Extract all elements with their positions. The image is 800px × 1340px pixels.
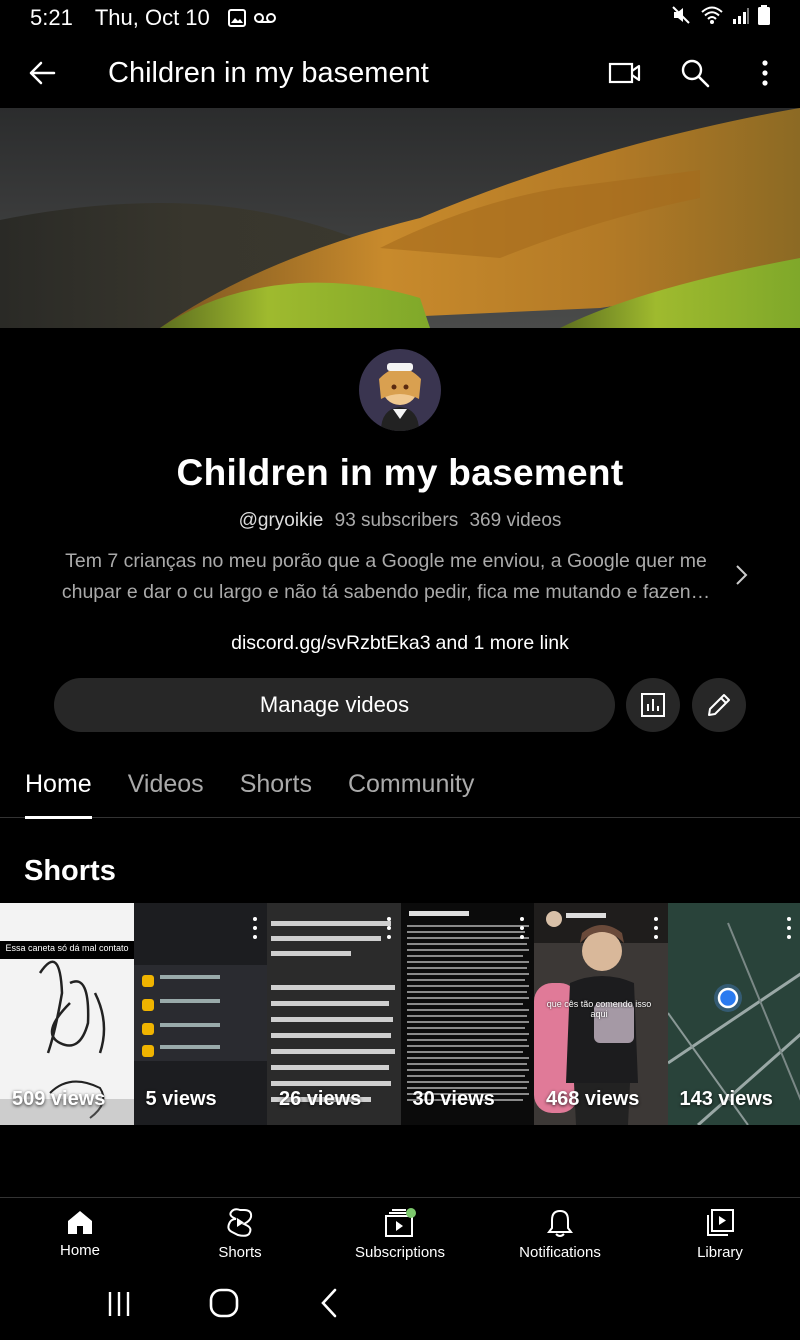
battery-icon	[758, 5, 770, 31]
channel-name: Children in my basement	[176, 452, 624, 493]
short-views: 5 views	[145, 1088, 217, 1110]
short-views: 143 views	[679, 1088, 773, 1110]
arrow-left-icon	[29, 61, 56, 85]
status-time: 5:21	[30, 5, 73, 30]
recents-icon	[108, 1292, 130, 1316]
pencil-icon	[708, 694, 730, 716]
more-links[interactable]: and 1 more link	[436, 632, 569, 654]
nav-notifications[interactable]: Notifications	[480, 1198, 640, 1273]
nav-home[interactable]: Home	[0, 1198, 160, 1273]
status-date: Thu, Oct 10	[94, 5, 210, 30]
nav-library-label: Library	[697, 1244, 743, 1261]
analytics-button[interactable]	[626, 678, 680, 732]
channel-handle: @gryoikie	[238, 510, 324, 531]
mute-icon	[670, 4, 692, 32]
shorts-section-title: Shorts	[24, 855, 116, 887]
channel-banner	[0, 108, 800, 328]
shorts-icon	[227, 1208, 253, 1237]
short-views: 30 views	[412, 1088, 495, 1110]
chevron-right-icon[interactable]	[728, 562, 754, 588]
nav-subscriptions-label: Subscriptions	[354, 1244, 446, 1261]
bell-icon	[547, 1209, 573, 1237]
page-title: Children in my basement	[108, 56, 429, 89]
tab-shorts[interactable]: Shorts	[240, 756, 312, 818]
tab-home[interactable]: Home	[25, 756, 92, 819]
back-chevron-icon	[321, 1288, 337, 1318]
short-views: 26 views	[279, 1088, 362, 1110]
short-caption: Essa caneta só dá mal contato	[5, 943, 129, 953]
gallery-icon	[227, 9, 246, 27]
nav-notifications-label: Notifications	[519, 1244, 601, 1261]
wifi-icon	[700, 5, 724, 31]
discord-link[interactable]: discord.gg/svRzbtEka3	[231, 632, 430, 654]
short-thumbnail[interactable]: 30 views	[400, 903, 534, 1125]
tab-videos[interactable]: Videos	[128, 756, 204, 818]
short-menu-button[interactable]	[652, 917, 660, 939]
app-bar: Children in my basement	[0, 40, 800, 106]
voicemail-icon	[253, 11, 276, 25]
shorts-shelf: Essa caneta só dá mal contato 509 views …	[0, 903, 800, 1125]
subscriptions-icon	[385, 1208, 416, 1237]
back-button[interactable]	[0, 40, 84, 106]
short-menu-button[interactable]	[385, 917, 393, 939]
manage-videos-button[interactable]: Manage videos	[54, 678, 615, 732]
home-circle-icon	[209, 1288, 239, 1318]
video-count: 369 videos	[469, 510, 562, 531]
search-icon	[681, 59, 710, 88]
nav-shorts[interactable]: Shorts	[160, 1198, 320, 1273]
nav-home-label: Home	[59, 1242, 100, 1259]
system-navigation	[0, 1273, 800, 1340]
nav-subscriptions[interactable]: Subscriptions	[320, 1198, 480, 1273]
back-system-button[interactable]	[316, 1287, 344, 1319]
short-views: 468 views	[546, 1088, 640, 1110]
nav-library[interactable]: Library	[640, 1198, 800, 1273]
short-thumbnail[interactable]: Essa caneta só dá mal contato 509 views	[0, 903, 134, 1125]
short-thumbnail[interactable]: 5 views	[133, 903, 267, 1125]
channel-avatar[interactable]	[359, 349, 441, 431]
short-thumbnail[interactable]: 26 views	[267, 903, 401, 1125]
recent-apps-button[interactable]	[104, 1289, 134, 1319]
home-icon	[68, 1211, 92, 1234]
channel-tabs: Home Videos Shorts Community	[0, 756, 800, 819]
bottom-navigation: Home Shorts Subscriptions Notifications …	[0, 1197, 800, 1273]
signal-icon	[732, 5, 750, 31]
edit-channel-button[interactable]	[692, 678, 746, 732]
channel-description[interactable]: Tem 7 crianças no meu porão que a Google…	[56, 546, 716, 608]
short-menu-button[interactable]	[785, 917, 793, 939]
short-views: 509 views	[12, 1088, 106, 1110]
short-thumbnail[interactable]: que cês tão comendo isso aqui 468 views	[534, 903, 668, 1125]
channel-links[interactable]: discord.gg/svRzbtEka3 and 1 more link	[0, 632, 800, 655]
search-button[interactable]	[660, 40, 730, 106]
video-camera-icon	[608, 62, 641, 84]
short-menu-button[interactable]	[251, 917, 259, 939]
library-icon	[707, 1209, 734, 1236]
kebab-menu-icon	[762, 60, 768, 86]
more-options-button[interactable]	[730, 40, 800, 106]
short-caption: que cês tão comendo isso aqui	[546, 999, 652, 1019]
short-menu-button[interactable]	[518, 917, 526, 939]
status-bar: 5:21 Thu, Oct 10	[0, 0, 800, 36]
nav-shorts-label: Shorts	[218, 1244, 262, 1261]
short-thumbnail[interactable]: 143 views	[667, 903, 800, 1125]
home-system-button[interactable]	[208, 1287, 240, 1319]
tab-community[interactable]: Community	[348, 756, 474, 818]
analytics-icon	[641, 693, 665, 717]
cast-button[interactable]	[590, 40, 660, 106]
subscriber-count: 93 subscribers	[334, 510, 459, 531]
channel-meta: @gryoikie 93 subscribers 369 videos	[0, 510, 800, 532]
